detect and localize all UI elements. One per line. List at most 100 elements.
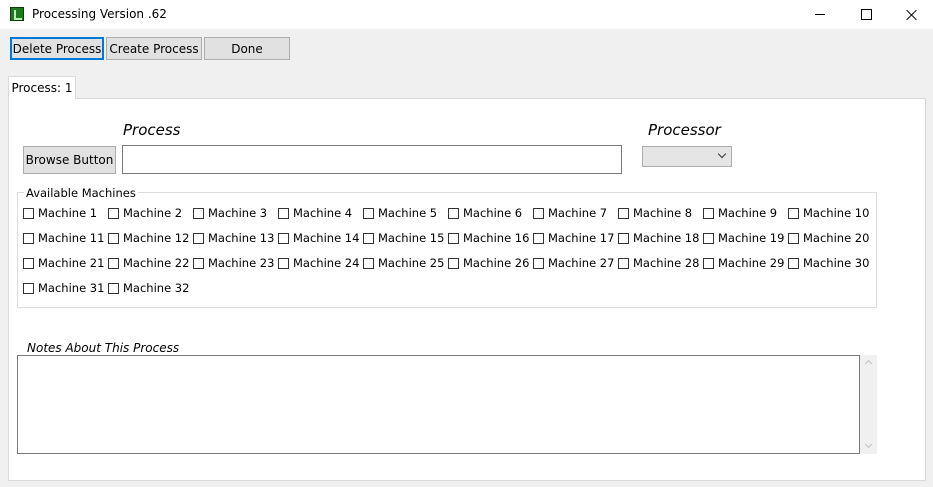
- processor-dropdown[interactable]: [642, 146, 732, 167]
- machine-label: Machine 17: [548, 231, 615, 245]
- processor-label: Processor: [648, 121, 721, 139]
- machine-checkbox[interactable]: Machine 19: [703, 230, 784, 246]
- machine-checkbox[interactable]: Machine 3: [193, 205, 267, 221]
- machine-checkbox[interactable]: Machine 8: [618, 205, 692, 221]
- machine-label: Machine 3: [208, 206, 268, 220]
- close-icon: [906, 9, 918, 21]
- checkbox-box[interactable]: [533, 257, 544, 269]
- checkbox-box[interactable]: [193, 207, 204, 219]
- checkbox-box[interactable]: [108, 282, 119, 294]
- scroll-up-icon: [864, 359, 873, 368]
- machine-checkbox[interactable]: Machine 12: [108, 230, 189, 246]
- checkbox-box[interactable]: [448, 232, 459, 244]
- machine-label: Machine 24: [293, 256, 360, 270]
- maximize-button[interactable]: [843, 0, 889, 29]
- machine-checkbox[interactable]: Machine 29: [703, 255, 784, 271]
- machine-checkbox[interactable]: Machine 20: [788, 230, 869, 246]
- machine-checkbox[interactable]: Machine 11: [23, 230, 104, 246]
- checkbox-box[interactable]: [788, 232, 799, 244]
- checkbox-box[interactable]: [23, 207, 34, 219]
- minimize-button[interactable]: [797, 0, 843, 29]
- machine-label: Machine 1: [38, 206, 98, 220]
- checkbox-box[interactable]: [23, 257, 34, 269]
- title-bar: Processing Version .62: [0, 0, 933, 29]
- machine-checkbox[interactable]: Machine 10: [788, 205, 869, 221]
- notes-textarea[interactable]: [17, 355, 860, 454]
- checkbox-box[interactable]: [618, 232, 629, 244]
- process-input[interactable]: [122, 145, 622, 174]
- checkbox-box[interactable]: [788, 207, 799, 219]
- maximize-icon: [860, 9, 872, 20]
- checkbox-box[interactable]: [363, 257, 374, 269]
- machine-checkbox[interactable]: Machine 13: [193, 230, 274, 246]
- minimize-icon: [815, 14, 825, 15]
- checkbox-box[interactable]: [618, 207, 629, 219]
- machine-checkbox[interactable]: Machine 32: [108, 280, 189, 296]
- checkbox-box[interactable]: [703, 232, 714, 244]
- checkbox-box[interactable]: [278, 257, 289, 269]
- machine-checkbox[interactable]: Machine 21: [23, 255, 104, 271]
- checkbox-box[interactable]: [363, 232, 374, 244]
- machine-checkbox[interactable]: Machine 18: [618, 230, 699, 246]
- checkbox-box[interactable]: [108, 207, 119, 219]
- app-icon: [10, 7, 24, 21]
- machine-label: Machine 27: [548, 256, 615, 270]
- machine-label: Machine 25: [378, 256, 445, 270]
- checkbox-box[interactable]: [533, 232, 544, 244]
- tab-process-1[interactable]: Process: 1: [8, 76, 76, 99]
- machine-checkbox[interactable]: Machine 17: [533, 230, 614, 246]
- done-button[interactable]: Done: [204, 37, 290, 60]
- checkbox-box[interactable]: [108, 257, 119, 269]
- machine-label: Machine 12: [123, 231, 190, 245]
- machine-checkbox[interactable]: Machine 22: [108, 255, 189, 271]
- checkbox-box[interactable]: [363, 207, 374, 219]
- checkbox-box[interactable]: [448, 257, 459, 269]
- checkbox-box[interactable]: [618, 257, 629, 269]
- close-button[interactable]: [889, 0, 933, 29]
- checkbox-box[interactable]: [23, 282, 34, 294]
- create-process-button[interactable]: Create Process: [106, 37, 202, 60]
- checkbox-box[interactable]: [278, 207, 289, 219]
- delete-process-button[interactable]: Delete Process: [10, 37, 104, 60]
- checkbox-box[interactable]: [703, 257, 714, 269]
- machine-label: Machine 30: [803, 256, 870, 270]
- machine-checkbox[interactable]: Machine 5: [363, 205, 437, 221]
- machine-checkbox[interactable]: Machine 2: [108, 205, 182, 221]
- machine-checkbox[interactable]: Machine 6: [448, 205, 522, 221]
- machine-checkbox[interactable]: Machine 30: [788, 255, 869, 271]
- browse-button[interactable]: Browse Button: [23, 146, 116, 174]
- machine-checkbox[interactable]: Machine 16: [448, 230, 529, 246]
- checkbox-box[interactable]: [703, 207, 714, 219]
- checkbox-box[interactable]: [788, 257, 799, 269]
- checkbox-box[interactable]: [193, 232, 204, 244]
- machine-checkbox[interactable]: Machine 15: [363, 230, 444, 246]
- machine-checkbox[interactable]: Machine 28: [618, 255, 699, 271]
- checkbox-box[interactable]: [23, 232, 34, 244]
- machine-label: Machine 11: [38, 231, 105, 245]
- machine-checkbox[interactable]: Machine 25: [363, 255, 444, 271]
- scroll-down-icon: [864, 440, 873, 449]
- checkbox-box[interactable]: [448, 207, 459, 219]
- machine-checkbox[interactable]: Machine 23: [193, 255, 274, 271]
- machine-checkbox[interactable]: Machine 7: [533, 205, 607, 221]
- machine-checkbox[interactable]: Machine 9: [703, 205, 777, 221]
- machine-label: Machine 14: [293, 231, 360, 245]
- notes-scrollbar[interactable]: [860, 355, 877, 454]
- checkbox-box[interactable]: [193, 257, 204, 269]
- machine-label: Machine 5: [378, 206, 438, 220]
- window-title: Processing Version .62: [32, 7, 167, 21]
- machine-checkbox[interactable]: Machine 31: [23, 280, 104, 296]
- machine-label: Machine 19: [718, 231, 785, 245]
- machine-checkbox[interactable]: Machine 26: [448, 255, 529, 271]
- machine-label: Machine 2: [123, 206, 183, 220]
- machine-label: Machine 6: [463, 206, 523, 220]
- machine-checkbox[interactable]: Machine 27: [533, 255, 614, 271]
- machine-label: Machine 7: [548, 206, 608, 220]
- checkbox-box[interactable]: [533, 207, 544, 219]
- checkbox-box[interactable]: [108, 232, 119, 244]
- machine-checkbox[interactable]: Machine 14: [278, 230, 359, 246]
- machine-checkbox[interactable]: Machine 4: [278, 205, 352, 221]
- machine-checkbox[interactable]: Machine 1: [23, 205, 97, 221]
- machine-checkbox[interactable]: Machine 24: [278, 255, 359, 271]
- checkbox-box[interactable]: [278, 232, 289, 244]
